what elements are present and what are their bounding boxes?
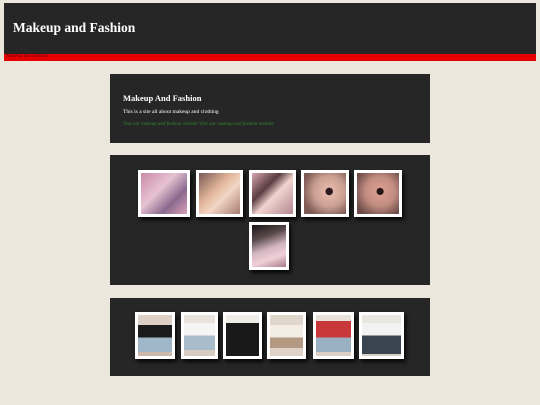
outfit-photo[interactable] bbox=[135, 312, 175, 359]
outfit-photo[interactable] bbox=[359, 312, 404, 359]
makeup-image bbox=[252, 225, 286, 267]
makeup-photo[interactable] bbox=[249, 222, 289, 270]
intro-tagline: Visit our makeup and fashion website Vis… bbox=[123, 122, 274, 127]
makeup-photo[interactable] bbox=[138, 170, 190, 217]
outfit-photo[interactable] bbox=[181, 312, 218, 359]
makeup-image bbox=[199, 173, 240, 214]
outfit-photo[interactable] bbox=[313, 312, 354, 359]
outfit-photo[interactable] bbox=[223, 312, 262, 359]
makeup-photo[interactable] bbox=[249, 170, 296, 217]
outfit-photo[interactable] bbox=[267, 312, 306, 359]
nav-link-home[interactable]: Makeup and Fashion bbox=[6, 54, 48, 59]
outfit-image bbox=[362, 315, 401, 356]
makeup-photo[interactable] bbox=[301, 170, 349, 217]
outfit-image bbox=[316, 315, 351, 356]
makeup-photo[interactable] bbox=[196, 170, 243, 217]
intro-heading: Makeup And Fashion bbox=[123, 93, 202, 103]
intro-description: This is a site all about makeup and clot… bbox=[123, 109, 219, 115]
outfit-image bbox=[270, 315, 303, 356]
makeup-image bbox=[141, 173, 187, 214]
nav-bar: Makeup and Fashion bbox=[4, 54, 536, 61]
intro-panel: Makeup And Fashion This is a site all ab… bbox=[110, 74, 430, 143]
makeup-photo[interactable] bbox=[354, 170, 402, 217]
outfit-image bbox=[184, 315, 215, 356]
makeup-image bbox=[304, 173, 346, 214]
makeup-image bbox=[357, 173, 399, 214]
outfit-image bbox=[138, 315, 172, 356]
outfit-image bbox=[226, 315, 259, 356]
site-header: Makeup and Fashion bbox=[4, 3, 536, 54]
makeup-gallery bbox=[110, 155, 430, 285]
makeup-image bbox=[252, 173, 293, 214]
fashion-gallery bbox=[110, 298, 430, 376]
site-title: Makeup and Fashion bbox=[13, 20, 136, 35]
